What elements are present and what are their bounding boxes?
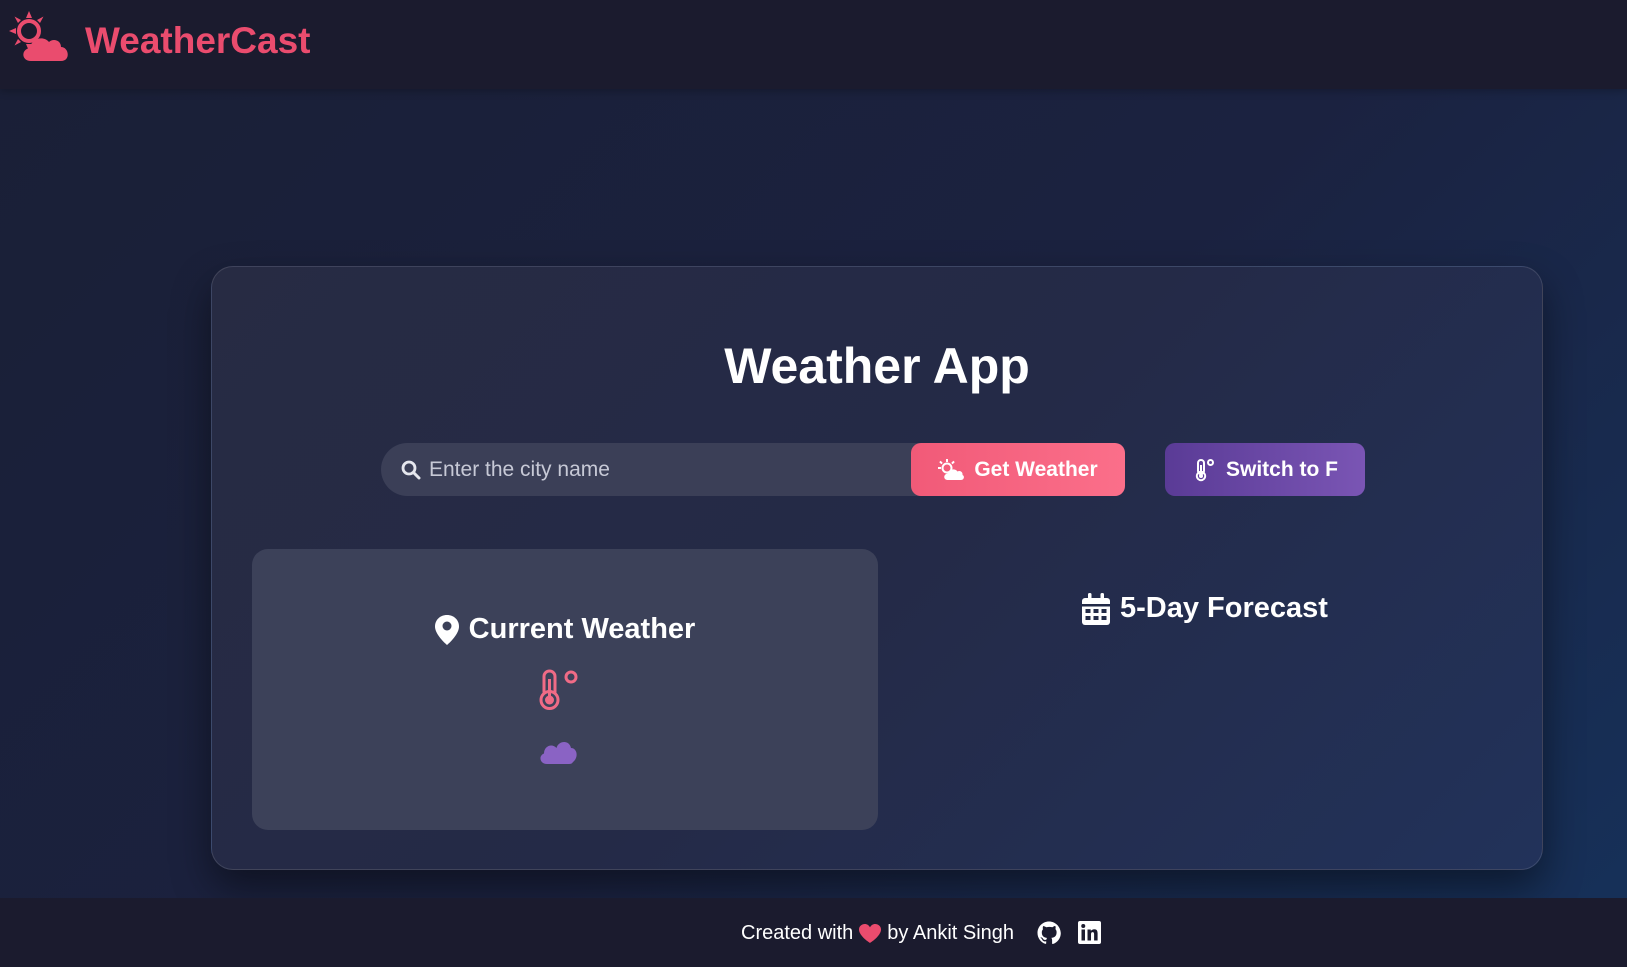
- current-weather-title: Current Weather: [468, 613, 696, 645]
- weather-card: Weather App Get Weather: [211, 266, 1543, 870]
- footer: Created with by Ankit Singh: [0, 898, 1627, 967]
- linkedin-icon[interactable]: [1078, 921, 1101, 944]
- heart-icon: [859, 923, 882, 943]
- get-weather-button[interactable]: Get Weather: [911, 443, 1125, 496]
- thermometer-icon: [1195, 458, 1214, 481]
- current-weather-panel: Current Weather: [252, 549, 878, 830]
- calendar-icon: [1082, 592, 1110, 625]
- location-pin-icon: [434, 614, 459, 645]
- current-weather-heading: Current Weather: [252, 613, 878, 646]
- switch-unit-button[interactable]: Switch to F: [1165, 443, 1365, 496]
- search-icon: [401, 460, 421, 480]
- footer-credit: Created with by Ankit Singh: [741, 922, 1014, 945]
- forecast-heading: 5-Day Forecast: [1082, 592, 1328, 625]
- page-title: Weather App: [724, 338, 1030, 394]
- search-bar: [381, 443, 923, 496]
- sun-cloud-icon: [9, 11, 68, 61]
- get-weather-label: Get Weather: [974, 457, 1098, 481]
- forecast-title: 5-Day Forecast: [1120, 592, 1328, 624]
- github-icon[interactable]: [1037, 921, 1061, 945]
- credit-suffix: by Ankit Singh: [887, 922, 1015, 944]
- sun-cloud-icon: [938, 458, 965, 480]
- credit-prefix: Created with: [741, 922, 854, 944]
- thermometer-icon: [539, 669, 578, 710]
- cloud-icon: [540, 741, 577, 764]
- city-search-input[interactable]: [429, 443, 909, 496]
- brand-name[interactable]: WeatherCast: [85, 20, 311, 62]
- switch-unit-label: Switch to F: [1226, 457, 1338, 481]
- top-navbar: WeatherCast: [0, 0, 1627, 89]
